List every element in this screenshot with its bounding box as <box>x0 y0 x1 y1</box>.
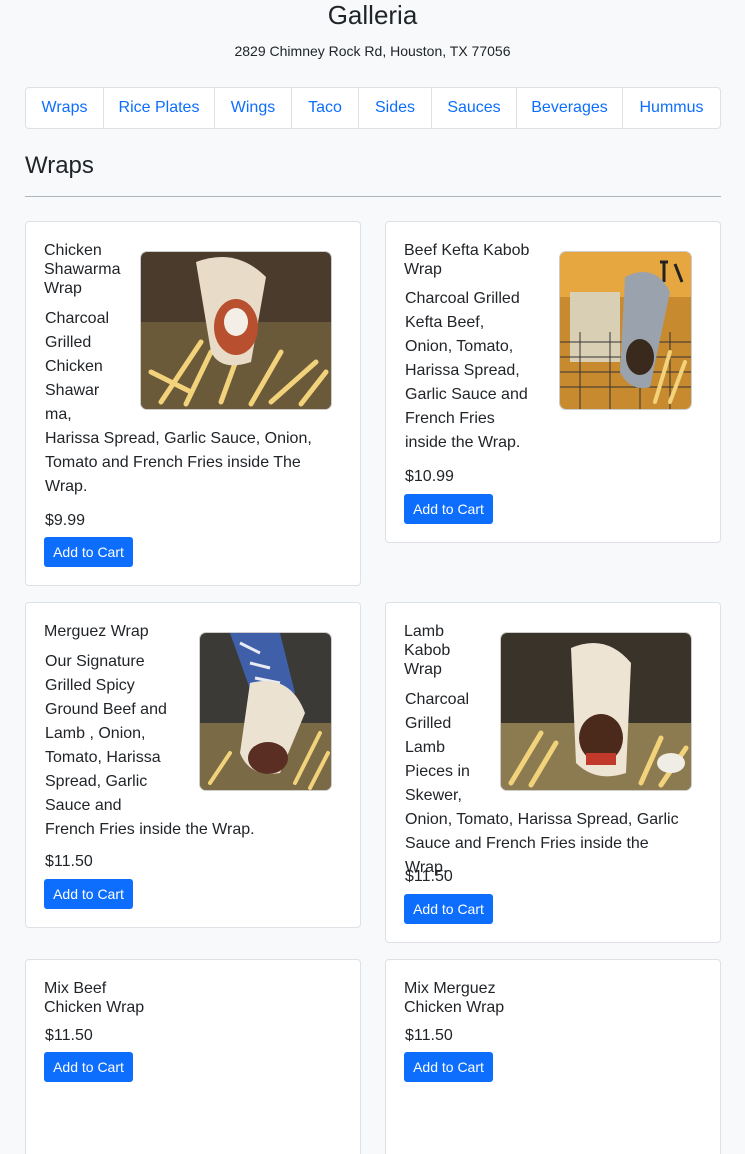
tab-taco[interactable]: Taco <box>292 88 359 128</box>
item-name: Mix Merguez Chicken Wrap <box>404 980 505 1016</box>
item-name: Chicken Shawarma Wrap <box>44 242 121 297</box>
item-price: $11.50 <box>405 868 453 885</box>
item-price: $11.50 <box>45 853 93 870</box>
tab-wraps[interactable]: Wraps <box>26 88 104 128</box>
tab-sauces[interactable]: Sauces <box>432 88 517 128</box>
item-price: $9.99 <box>45 512 86 529</box>
menu-item-card: Lamb Kabob Wrap Charcoal Grilled Lamb Pi… <box>385 602 721 943</box>
menu-item-card: Mix Beef Chicken Wrap $11.50 Add to Cart <box>25 959 361 1154</box>
add-to-cart-button[interactable]: Add to Cart <box>404 1052 493 1082</box>
menu-item-card: Merguez Wrap Our Signature Grilled Spicy… <box>25 602 361 928</box>
item-price: $10.99 <box>405 468 454 485</box>
item-description: Charcoal Grilled Chicken Shawar ma, Hari… <box>45 310 312 495</box>
tab-wings[interactable]: Wings <box>215 88 292 128</box>
tab-hummus[interactable]: Hummus <box>623 88 720 128</box>
menu-item-card: Chicken Shawarma Wrap Charcoal Grilled C… <box>25 221 361 586</box>
menu-item-card: Mix Merguez Chicken Wrap $11.50 Add to C… <box>385 959 721 1154</box>
item-price: $11.50 <box>45 1027 93 1044</box>
item-photo <box>560 252 691 409</box>
menu-item-card: Beef Kefta Kabob Wrap Charcoal Grilled K… <box>385 221 721 543</box>
item-name: Merguez Wrap <box>44 623 149 640</box>
item-name: Mix Beef Chicken Wrap <box>44 980 145 1016</box>
item-price: $11.50 <box>405 1027 453 1044</box>
item-description: Charcoal Grilled Lamb Pieces in Skewer, … <box>405 691 679 876</box>
add-to-cart-button[interactable]: Add to Cart <box>404 894 493 924</box>
tab-rice-plates[interactable]: Rice Plates <box>104 88 215 128</box>
item-name: Lamb Kabob Wrap <box>404 623 451 678</box>
category-tabs: Wraps Rice Plates Wings Taco Sides Sauce… <box>25 87 721 129</box>
store-name: Galleria <box>327 0 418 30</box>
store-address: 2829 Chimney Rock Rd, Houston, TX 77056 <box>234 43 511 59</box>
add-to-cart-button[interactable]: Add to Cart <box>404 494 493 524</box>
add-to-cart-button[interactable]: Add to Cart <box>44 879 133 909</box>
item-description: Our Signature Grilled Spicy Ground Beef … <box>45 653 255 838</box>
tab-sides[interactable]: Sides <box>359 88 432 128</box>
add-to-cart-button[interactable]: Add to Cart <box>44 1052 133 1082</box>
section-title: Wraps <box>25 152 94 179</box>
tab-beverages[interactable]: Beverages <box>517 88 623 128</box>
item-name: Beef Kefta Kabob Wrap <box>404 242 530 278</box>
item-description: Charcoal Grilled Kefta Beef, Onion, Toma… <box>405 290 528 451</box>
section-divider <box>25 196 721 197</box>
add-to-cart-button[interactable]: Add to Cart <box>44 537 133 567</box>
